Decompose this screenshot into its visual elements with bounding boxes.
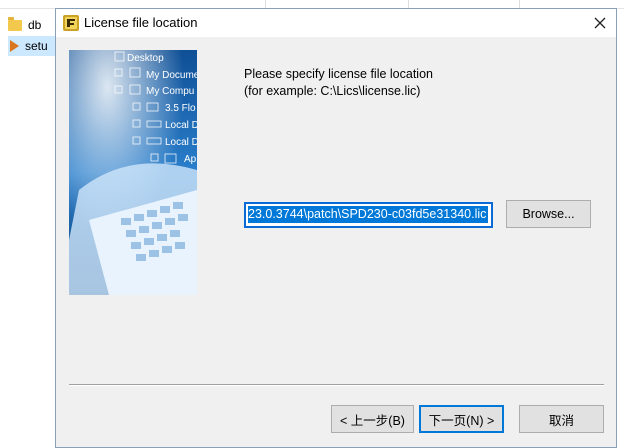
next-button[interactable]: 下一页(N) >	[419, 405, 504, 433]
footer-separator	[69, 384, 604, 386]
instruction-text: Please specify license file location (fo…	[244, 66, 433, 100]
instruction-line-2: (for example: C:\Lics\license.lic)	[244, 84, 421, 98]
setup-icon	[10, 40, 19, 52]
instruction-line-1: Please specify license file location	[244, 67, 433, 81]
title-bar[interactable]: License file location	[56, 9, 616, 37]
dialog-title: License file location	[84, 15, 198, 30]
explorer-item-label: setu	[25, 39, 48, 53]
license-path-input[interactable]: 23.0.3744\patch\SPD230-c03fd5e31340.lic	[244, 202, 493, 228]
banner-tree-mycomputer: My Compu	[146, 86, 194, 97]
back-button[interactable]: < 上一步(B)	[331, 405, 414, 433]
column-divider	[408, 0, 409, 8]
cancel-button[interactable]: 取消	[519, 405, 604, 433]
app-icon	[63, 15, 79, 31]
browse-button[interactable]: Browse...	[506, 200, 591, 228]
license-path-value: 23.0.3744\patch\SPD230-c03fd5e31340.lic	[248, 206, 489, 223]
column-divider	[519, 0, 520, 8]
license-location-dialog: License file location Desktop My Docume …	[55, 8, 617, 448]
explorer-item-label: db	[28, 18, 42, 32]
close-button[interactable]	[588, 11, 612, 35]
keyboard-illustration: Desktop My Docume My Compu 3.5 Flo Local…	[69, 50, 197, 295]
banner-tree-mydocs: My Docume	[146, 70, 197, 81]
banner-tree-floppy: 3.5 Flo	[165, 103, 196, 114]
banner-tree-local1: Local D	[165, 120, 197, 131]
close-icon	[594, 17, 606, 29]
wizard-banner-image: Desktop My Docume My Compu 3.5 Flo Local…	[69, 50, 197, 295]
banner-tree-local2: Local D	[165, 137, 197, 148]
explorer-item-db[interactable]: db	[8, 15, 56, 35]
banner-tree-ap: Ap	[184, 154, 197, 165]
explorer-item-setup[interactable]: setu	[8, 36, 56, 56]
banner-tree-desktop: Desktop	[127, 53, 164, 64]
folder-icon	[8, 16, 22, 31]
column-divider	[265, 0, 266, 8]
